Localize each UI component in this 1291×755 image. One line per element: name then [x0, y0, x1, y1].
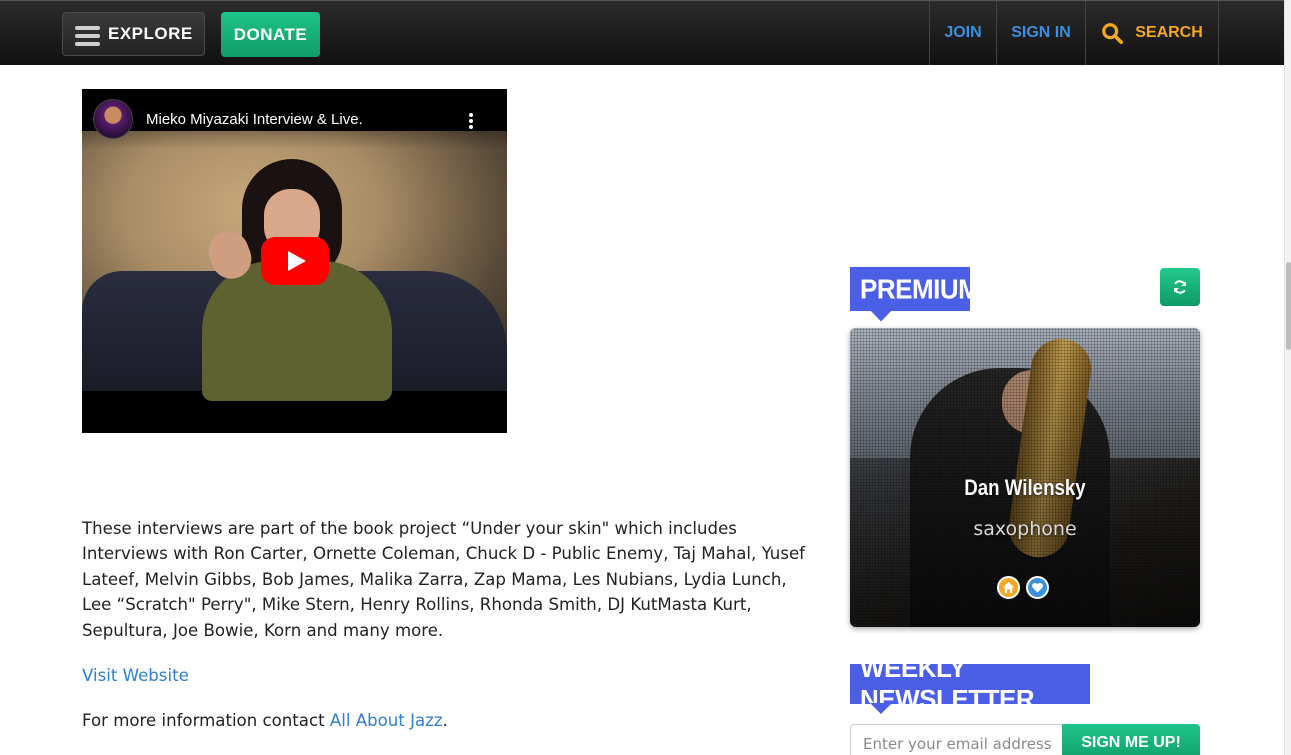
sign-me-up-button[interactable]: SIGN ME UP!	[1062, 724, 1200, 755]
sign-in-link[interactable]: SIGN IN	[996, 1, 1085, 65]
video-title[interactable]: Mieko Miyazaki Interview & Live.	[146, 111, 363, 128]
more-vert-icon[interactable]	[469, 113, 473, 129]
premium-artist-card[interactable]: Dan Wilensky saxophone	[850, 328, 1200, 627]
contact-prefix: For more information contact	[82, 711, 330, 731]
refresh-icon	[1174, 280, 1186, 294]
video-title-bar: Mieko Miyazaki Interview & Live.	[82, 89, 507, 149]
page-scrollbar-thumb[interactable]	[1286, 262, 1291, 350]
channel-avatar[interactable]	[93, 99, 133, 139]
contact-line: For more information contact All About J…	[82, 708, 810, 733]
home-icon[interactable]	[997, 576, 1020, 599]
search-label: SEARCH	[1135, 24, 1203, 41]
play-icon	[288, 251, 306, 271]
join-link[interactable]: JOIN	[929, 1, 996, 65]
donate-button[interactable]: DONATE	[221, 12, 320, 57]
explore-button[interactable]: EXPLORE	[62, 12, 205, 56]
youtube-video-embed[interactable]: Mieko Miyazaki Interview & Live.	[82, 89, 507, 433]
visit-website-link[interactable]: Visit Website	[82, 666, 189, 685]
artist-badges	[997, 576, 1049, 599]
article-paragraph: These interviews are part of the book pr…	[82, 519, 806, 640]
search-button[interactable]: SEARCH	[1085, 1, 1219, 65]
explore-label: EXPLORE	[108, 24, 193, 43]
weekly-newsletter-heading: WEEKLY NEWSLETTER	[850, 653, 1090, 714]
page-scrollbar-track[interactable]	[1284, 0, 1291, 755]
play-button[interactable]	[261, 237, 329, 285]
heart-icon[interactable]	[1026, 576, 1049, 599]
all-about-jazz-link[interactable]: All About Jazz	[330, 711, 443, 730]
newsletter-email-input[interactable]	[850, 724, 1062, 755]
account-nav: JOIN SIGN IN SEARCH	[929, 1, 1219, 65]
article-body: These interviews are part of the book pr…	[82, 516, 810, 754]
contact-suffix: .	[442, 711, 448, 731]
artist-instrument: saxophone	[973, 518, 1077, 540]
artist-name[interactable]: Dan Wilensky	[876, 475, 1174, 501]
premium-heading: PREMIUM	[850, 266, 980, 322]
refresh-button[interactable]	[1160, 268, 1200, 306]
hamburger-menu-icon	[75, 26, 100, 46]
top-navigation-bar: EXPLORE DONATE JOIN SIGN IN SEARCH	[0, 0, 1284, 65]
search-icon	[1102, 23, 1124, 44]
